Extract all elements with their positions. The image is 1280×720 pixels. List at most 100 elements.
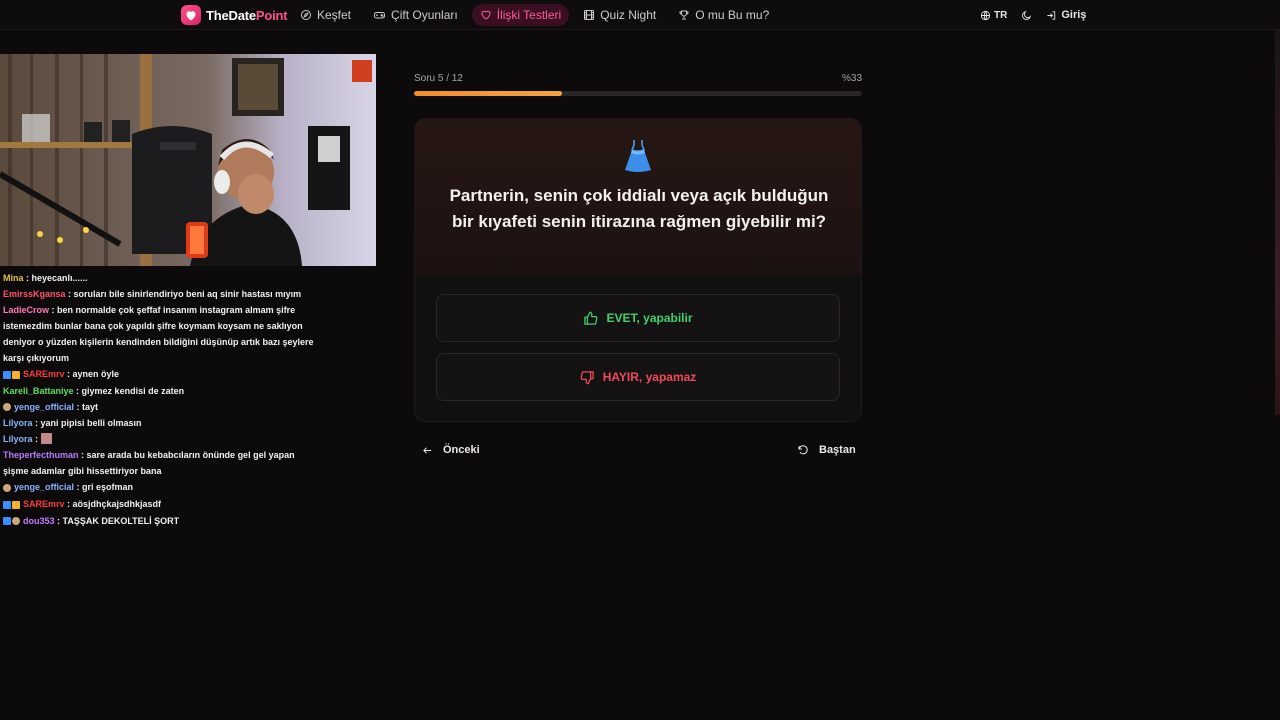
film-icon [584,10,595,20]
progress-bar-fill [414,91,562,96]
chat-text: aynen öyle [72,369,120,379]
moon-icon [1022,10,1032,20]
arrow-left-icon [423,446,432,454]
chat-text: giymez kendisi de zaten [81,385,185,396]
question-header: Partnerin, senin çok iddialı veya açık b… [415,119,861,275]
chat-user: Kareli_Battaniye [3,385,74,396]
main-menu: Keşfet Çift Oyunları İlişki Testleri Qui… [292,4,777,26]
nav-item-iliski-testleri[interactable]: İlişki Testleri [471,4,570,26]
sub-badge-icon [3,500,11,509]
emote-badge-icon [3,403,11,412]
nav-item-label: Çift Oyunları [391,8,458,22]
chat-badges [3,480,12,496]
chat-text: yani pipisi belli olmasın [40,418,142,429]
stream-chat: Mina : heyecanlı...... EmirssKgansa : so… [0,273,320,530]
image-emote-icon [40,433,52,445]
chat-message: Lilyora : yani pipisi belli olmasın [3,418,142,429]
restart-label: Baştan [819,444,856,456]
chat-user: Lilyora [3,418,33,429]
nav-item-kesfet[interactable]: Keşfet [292,4,359,26]
chat-text: TAŞŞAK DEKOLTELİ ŞORT [62,515,180,526]
webcam-video [0,54,376,266]
nav-item-label: O mu Bu mu? [695,8,770,22]
login-label: Giriş [1061,9,1087,21]
chat-message: Mina : heyecanlı...... [3,273,88,283]
language-selector[interactable]: TR [980,10,1007,21]
nav-item-label: İlişki Testleri [496,8,562,22]
chat-user: Lilyora [3,434,33,445]
brand-logo[interactable]: TheDatePoint [181,4,288,26]
chat-text: ben normalde çok şeffaf insanım instagra… [3,305,314,363]
question-text: Partnerin, senin çok iddialı veya açık b… [449,186,829,231]
emote-badge-icon [3,483,11,492]
nav-item-quiz-night[interactable]: Quiz Night [575,4,664,26]
chat-text: aösjdhçkajsdhkjasdf [72,498,162,509]
chat-message: dou353 : TAŞŞAK DEKOLTELİ ŞORT [0,513,320,530]
nav-actions: TR Giriş [980,4,1086,26]
heart-icon [481,10,491,20]
nav-item-cift-oyunlari[interactable]: Çift Oyunları [365,4,466,26]
chat-message: SAREmrv : aynen öyle [0,366,320,383]
chat-text: heyecanlı...... [31,273,88,283]
question-card: Partnerin, senin çok iddialı veya açık b… [414,118,862,422]
chat-user: SAREmrv [23,369,65,379]
chat-message: Theperfecthuman : sare arada bu kebabcıl… [3,450,295,477]
crown-badge-icon [12,370,20,379]
chat-message: Kareli_Battaniye : giymez kendisi de zat… [3,385,185,396]
nav-item-label: Quiz Night [600,8,657,22]
gamepad-icon [374,12,386,19]
chat-message: LadieCrow : ben normalde çok şeffaf insa… [3,305,314,363]
chat-user: LadieCrow [3,305,50,315]
chat-user: EmirssKgansa [3,289,66,299]
trophy-icon [679,10,689,20]
progress-percent: %33 [842,73,863,84]
restart-button[interactable]: Baştan [797,440,856,460]
chat-text: soruları bile sinirlendiriyo beni aq sin… [73,289,302,299]
nav-item-label: Keşfet [317,8,352,22]
emote-badge-icon [12,517,20,526]
chat-user: Mina [3,273,24,283]
chat-badges [3,513,21,529]
rotate-ccw-icon [798,445,808,455]
question-icon-wrap [415,139,861,173]
progress-bar [414,91,862,96]
heart-logo-icon [181,5,201,25]
chat-user: dou353 [23,515,55,526]
crown-badge-icon [12,500,20,509]
chat-user: Theperfecthuman [3,450,79,461]
answer-no-button[interactable]: HAYIR, yapamaz [436,353,840,401]
compass-icon [301,10,311,20]
chat-user: yenge_official [14,482,75,493]
chat-badges [3,497,21,513]
previous-button[interactable]: Önceki [422,440,480,460]
answer-yes-button[interactable]: EVET, yapabilir [436,294,840,342]
chat-message: Lilyora : [0,431,320,447]
previous-label: Önceki [443,444,480,456]
chat-text: tayt [82,401,99,412]
sub-badge-icon [3,517,11,526]
page-scrollbar[interactable] [1275,30,1280,415]
nav-item-o-mu-bu-mu[interactable]: O mu Bu mu? [670,4,777,26]
dress-icon [625,140,651,172]
chat-badges [3,367,21,383]
question-counter: Soru 5 / 12 [414,73,463,84]
thumbs-down-icon [580,370,594,384]
chat-text: gri eşofman [82,482,134,493]
chat-message: EmirssKgansa : soruları bile sinirlendir… [3,289,302,299]
chat-user: SAREmrv [23,498,65,509]
chat-message: yenge_official : gri eşofman [0,479,320,496]
chat-user: yenge_official [14,401,75,412]
theme-toggle-button[interactable] [1021,10,1032,21]
chat-badges [3,399,12,415]
login-button[interactable]: Giriş [1046,9,1086,21]
answer-yes-label: EVET, yapabilir [606,311,693,325]
top-navigation: TheDatePoint Keşfet Çift Oyunları İlişki… [0,0,1280,30]
chat-message: SAREmrv : aösjdhçkajsdhkjasdf [0,496,320,513]
login-icon [1047,10,1056,20]
globe-icon [980,10,991,20]
thumbs-up-icon [584,311,598,325]
brand-name: TheDatePoint [206,7,288,23]
chat-message: yenge_official : tayt [0,399,320,416]
answer-no-label: HAYIR, yapamaz [602,370,697,384]
sub-badge-icon [3,370,11,379]
